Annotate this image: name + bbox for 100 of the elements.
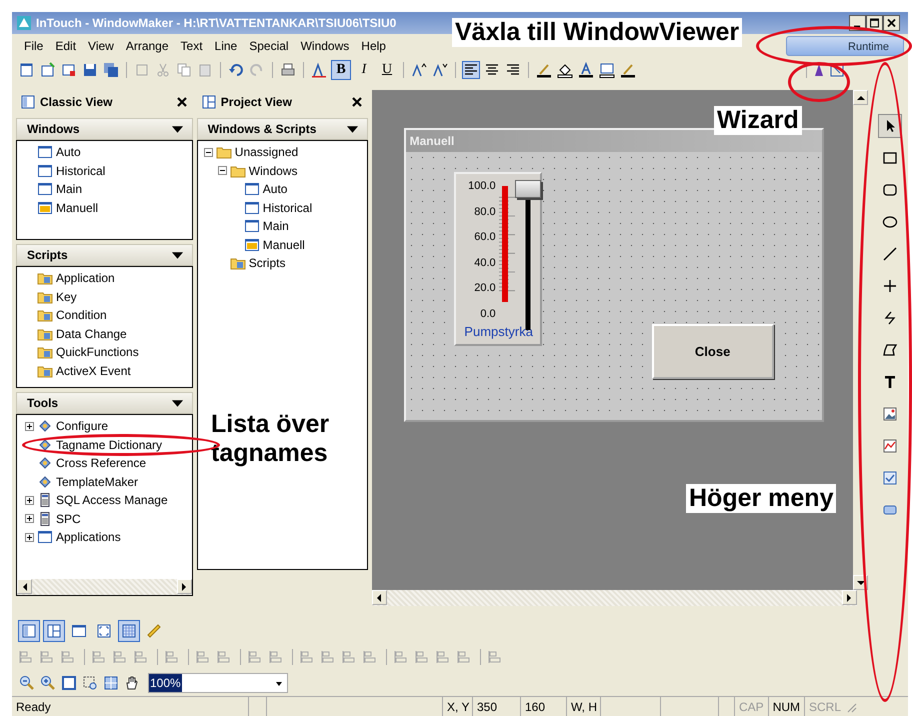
right-arrow-icon[interactable]: [180, 582, 188, 592]
grow-font-icon[interactable]: [411, 62, 427, 78]
open-window-icon[interactable]: [40, 62, 56, 78]
close-button[interactable]: Close: [652, 324, 774, 379]
left-arrow-icon[interactable]: [20, 582, 28, 592]
menu-item[interactable]: Arrange: [120, 37, 175, 55]
close-window-icon[interactable]: [61, 62, 77, 78]
menu-item[interactable]: Line: [208, 37, 244, 55]
shrink-font-icon[interactable]: [432, 62, 448, 78]
down-arrow-icon[interactable]: [856, 578, 866, 586]
tree-item[interactable]: Data Change: [56, 324, 127, 343]
close-icon[interactable]: [350, 95, 364, 109]
right-arrow-icon[interactable]: [845, 592, 854, 602]
section-header[interactable]: Windows: [16, 118, 193, 140]
ruler-icon[interactable]: [146, 623, 162, 639]
collapse-icon[interactable]: [218, 166, 227, 176]
save-icon[interactable]: [82, 62, 98, 78]
zoom-field[interactable]: 100%: [148, 673, 288, 693]
close-icon[interactable]: [883, 15, 900, 31]
caret-icon[interactable]: [170, 124, 184, 134]
tree-item[interactable]: Condition: [56, 306, 107, 324]
collapse-icon[interactable]: [204, 148, 213, 157]
pen-icon[interactable]: [536, 62, 552, 78]
menu-item[interactable]: Edit: [49, 37, 82, 55]
hand-icon[interactable]: [124, 675, 140, 691]
maximize-icon[interactable]: [866, 15, 883, 31]
close-icon[interactable]: [174, 95, 189, 109]
menu-item[interactable]: Windows: [294, 37, 356, 55]
split-panel-icon[interactable]: [46, 623, 62, 639]
save-all-icon[interactable]: [103, 62, 119, 78]
menu-item[interactable]: Help: [355, 37, 392, 55]
caret-icon[interactable]: [346, 124, 359, 134]
panel-icon[interactable]: [21, 623, 37, 639]
tree-item[interactable]: Auto: [56, 143, 81, 162]
tree-item[interactable]: SPC: [56, 510, 81, 528]
tree-item[interactable]: Scripts: [248, 254, 286, 272]
tree-item[interactable]: SQL Access Manage: [56, 491, 168, 510]
rectangle-icon[interactable]: [882, 150, 898, 166]
polygon-icon[interactable]: [882, 342, 898, 358]
caret-icon[interactable]: [275, 680, 283, 688]
grid-icon[interactable]: [103, 675, 119, 691]
check-chart-icon[interactable]: [882, 470, 898, 486]
tree-item[interactable]: ActiveX Event: [56, 362, 131, 380]
cross-lines-icon[interactable]: [882, 278, 898, 294]
line-icon[interactable]: [882, 246, 898, 262]
undo-icon[interactable]: [228, 62, 244, 78]
runtime-button[interactable]: Runtime: [786, 36, 904, 56]
menu-item[interactable]: View: [82, 37, 120, 55]
zoom-in-icon[interactable]: [40, 675, 56, 691]
tree-item[interactable]: Configure: [56, 417, 108, 436]
slider-thumb[interactable]: [514, 180, 541, 198]
tree-item[interactable]: Unassigned: [234, 143, 298, 162]
tree-item[interactable]: QuickFunctions: [56, 343, 139, 362]
text-color-icon[interactable]: [578, 62, 594, 78]
image-icon[interactable]: [882, 406, 898, 422]
fill-icon[interactable]: [557, 62, 573, 78]
rounded-rectangle-icon[interactable]: [882, 182, 898, 198]
tree-item[interactable]: Cross Reference: [56, 454, 146, 472]
window-color-icon[interactable]: [599, 62, 615, 78]
ellipse-icon[interactable]: [882, 214, 898, 230]
tree-item[interactable]: Main: [56, 180, 82, 198]
up-arrow-icon[interactable]: [856, 94, 866, 102]
section-header[interactable]: Tools: [16, 392, 193, 414]
section-header[interactable]: Scripts: [16, 244, 193, 266]
format-button[interactable]: I: [354, 60, 374, 80]
tree-item[interactable]: Windows: [248, 162, 298, 180]
caret-icon[interactable]: [170, 250, 184, 260]
grid-icon[interactable]: [121, 623, 137, 639]
expand-icon[interactable]: [25, 496, 34, 505]
expand-icon[interactable]: [25, 422, 34, 431]
expand-icon[interactable]: [25, 514, 34, 524]
fullscreen-icon[interactable]: [96, 623, 112, 639]
zoom-out-icon[interactable]: [19, 675, 35, 691]
tree-item[interactable]: Applications: [56, 528, 121, 546]
format-button[interactable]: U: [377, 60, 397, 80]
window-fit-icon[interactable]: [61, 675, 77, 691]
tree-item[interactable]: Tagname Dictionary: [56, 436, 162, 454]
menu-item[interactable]: Special: [243, 37, 295, 55]
tree-item[interactable]: Key: [56, 288, 77, 306]
font-icon[interactable]: [311, 62, 327, 78]
pen-icon[interactable]: [620, 62, 636, 78]
zoom-select-icon[interactable]: [82, 675, 98, 691]
menu-item[interactable]: File: [18, 37, 50, 55]
tree-item[interactable]: Manuell: [56, 198, 98, 217]
tree-item[interactable]: Application: [56, 269, 115, 288]
window-icon[interactable]: [71, 623, 87, 639]
tree-item[interactable]: Manuell: [262, 236, 305, 254]
section-header[interactable]: Windows & Scripts: [196, 118, 368, 140]
tree-item[interactable]: Historical: [262, 198, 312, 217]
new-window-icon[interactable]: [19, 62, 35, 78]
chart-icon[interactable]: [882, 438, 898, 454]
printer-icon[interactable]: [280, 62, 296, 78]
menu-item[interactable]: Text: [174, 37, 209, 55]
tree-item[interactable]: Auto: [262, 180, 288, 198]
resize-grip-icon[interactable]: [845, 700, 858, 712]
caret-icon[interactable]: [170, 398, 184, 408]
expand-icon[interactable]: [25, 532, 34, 542]
tree-item[interactable]: Main: [262, 217, 289, 236]
tree-item[interactable]: TemplateMaker: [56, 472, 138, 491]
left-arrow-icon[interactable]: [375, 592, 384, 602]
